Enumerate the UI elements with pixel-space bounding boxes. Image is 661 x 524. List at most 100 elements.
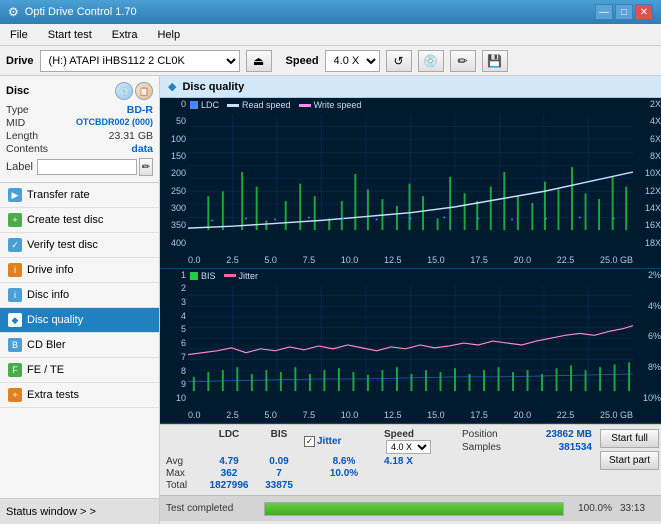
disc-icon-1: 💿 [115,82,133,100]
max-bis: 7 [254,468,304,479]
app-title: Opti Drive Control 1.70 [25,6,595,18]
extra-tests-icon: + [8,388,22,402]
cd-bler-label: CD Bler [27,339,66,351]
menu-bar: File Start test Extra Help [0,24,661,46]
edit-button[interactable]: ✏ [450,50,476,72]
eject-button[interactable]: ⏏ [246,50,272,72]
max-row: Max 362 7 10.0% [166,468,454,479]
mid-value: OTCBDR002 (000) [76,117,153,129]
jitter-legend-item: Jitter [224,271,259,281]
sidebar-item-create-test-disc[interactable]: + Create test disc [0,208,159,233]
chart1-container: LDC Read speed Write speed 400 350 30 [160,98,661,269]
menu-extra[interactable]: Extra [106,27,144,43]
max-ldc: 362 [204,468,254,479]
nav-items: ▶ Transfer rate + Create test disc ✓ Ver… [0,183,159,498]
contents-value: data [131,143,153,155]
start-full-button[interactable]: Start full [600,429,659,448]
samples-label: Samples [462,442,501,453]
speed-header: Speed 4.0 X [384,429,454,454]
chart1-svg [188,114,633,230]
max-label: Max [166,468,204,479]
samples-row: Samples 381534 [462,442,592,453]
disc-icon-2: 📋 [135,82,153,100]
chart2-x-axis: 0.0 2.5 5.0 7.5 10.0 12.5 15.0 17.5 20.0… [160,407,661,423]
ldc-legend-label: LDC [201,100,219,110]
sidebar-item-disc-quality[interactable]: ◆ Disc quality [0,308,159,333]
bis-legend-item: BIS [190,271,216,281]
chart2-legend: BIS Jitter [190,271,258,281]
bis-legend-label: BIS [201,271,216,281]
stats-header: LDC BIS ✓ Jitter Speed 4.0 X [166,429,454,454]
label-edit-button[interactable]: ✏ [139,158,153,176]
charts-area: LDC Read speed Write speed 400 350 30 [160,98,661,424]
status-window-button[interactable]: Status window > > [0,498,159,524]
length-value: 23.31 GB [109,130,153,142]
disc-button[interactable]: 💿 [418,50,444,72]
speed-dropdown[interactable]: 4.0 X [386,440,431,454]
total-bis: 33875 [254,480,304,491]
disc-quality-label: Disc quality [27,314,83,326]
chart2-y-axis-left: 10 9 8 7 6 5 4 3 2 1 [160,269,188,405]
progress-bar-fill [265,503,563,515]
progress-status: Test completed [166,503,256,514]
refresh-button[interactable]: ↺ [386,50,412,72]
jitter-legend-label: Jitter [239,271,259,281]
position-label: Position [462,429,498,440]
sidebar: Disc 💿 📋 Type BD-R MID OTCBDR002 (000) L… [0,76,160,524]
stats-table: LDC BIS ✓ Jitter Speed 4.0 X [166,429,454,491]
maximize-button[interactable]: □ [615,4,633,20]
menu-file[interactable]: File [4,27,34,43]
start-part-button[interactable]: Start part [600,451,659,470]
samples-value: 381534 [559,442,592,453]
ldc-legend-item: LDC [190,100,219,110]
transfer-rate-label: Transfer rate [27,189,90,201]
speed-select[interactable]: 4.0 X MAX [325,50,380,72]
avg-row: Avg 4.79 0.09 8.6% 4.18 X [166,456,454,467]
menu-start-test[interactable]: Start test [42,27,98,43]
chart1-y-axis-left: 400 350 300 250 200 150 100 50 0 [160,98,188,250]
chart1-y-axis-right: 18X 16X 14X 12X 10X 8X 6X 4X 2X [633,98,661,250]
save-button[interactable]: 💾 [482,50,508,72]
drive-select[interactable]: (H:) ATAPI iHBS112 2 CL0K [40,50,240,72]
label-input[interactable] [37,159,137,175]
disc-panel-title: Disc [6,85,29,97]
sidebar-item-verify-test-disc[interactable]: ✓ Verify test disc [0,233,159,258]
drive-info-icon: i [8,263,22,277]
sidebar-item-extra-tests[interactable]: + Extra tests [0,383,159,408]
length-label: Length [6,130,38,142]
quality-title: Disc quality [182,81,244,93]
transfer-rate-icon: ▶ [8,188,22,202]
menu-help[interactable]: Help [151,27,186,43]
bis-legend-dot [190,272,198,280]
sidebar-item-cd-bler[interactable]: B CD Bler [0,333,159,358]
jitter-legend-color [224,274,236,277]
create-test-disc-label: Create test disc [27,214,103,226]
mid-label: MID [6,117,25,129]
bis-col-header: BIS [254,429,304,454]
fe-te-label: FE / TE [27,364,64,376]
position-row: Position 23862 MB [462,429,592,440]
sidebar-item-drive-info[interactable]: i Drive info [0,258,159,283]
close-button[interactable]: ✕ [635,4,653,20]
stats-panel: LDC BIS ✓ Jitter Speed 4.0 X [160,424,661,524]
jitter-checkbox[interactable]: ✓ [304,436,315,447]
disc-info-icon: i [8,288,22,302]
action-buttons: Start full Start part [600,429,659,470]
type-value: BD-R [127,104,153,116]
sidebar-item-fe-te[interactable]: F FE / TE [0,358,159,383]
position-samples: Position 23862 MB Samples 381534 [462,429,592,453]
label-label: Label [6,161,33,173]
max-jitter: 10.0% [304,468,384,479]
disc-info-label: Disc info [27,289,69,301]
minimize-button[interactable]: — [595,4,613,20]
progress-bar-container [264,502,564,516]
stats-content: LDC BIS ✓ Jitter Speed 4.0 X [160,425,661,495]
toolbar: Drive (H:) ATAPI iHBS112 2 CL0K ⏏ Speed … [0,46,661,76]
progress-percent: 100.0% [572,503,612,514]
sidebar-item-disc-info[interactable]: i Disc info [0,283,159,308]
extra-tests-label: Extra tests [27,389,79,401]
verify-test-disc-icon: ✓ [8,238,22,252]
title-bar: ⚙ Opti Drive Control 1.70 — □ ✕ [0,0,661,24]
sidebar-item-transfer-rate[interactable]: ▶ Transfer rate [0,183,159,208]
main-layout: Disc 💿 📋 Type BD-R MID OTCBDR002 (000) L… [0,76,661,524]
